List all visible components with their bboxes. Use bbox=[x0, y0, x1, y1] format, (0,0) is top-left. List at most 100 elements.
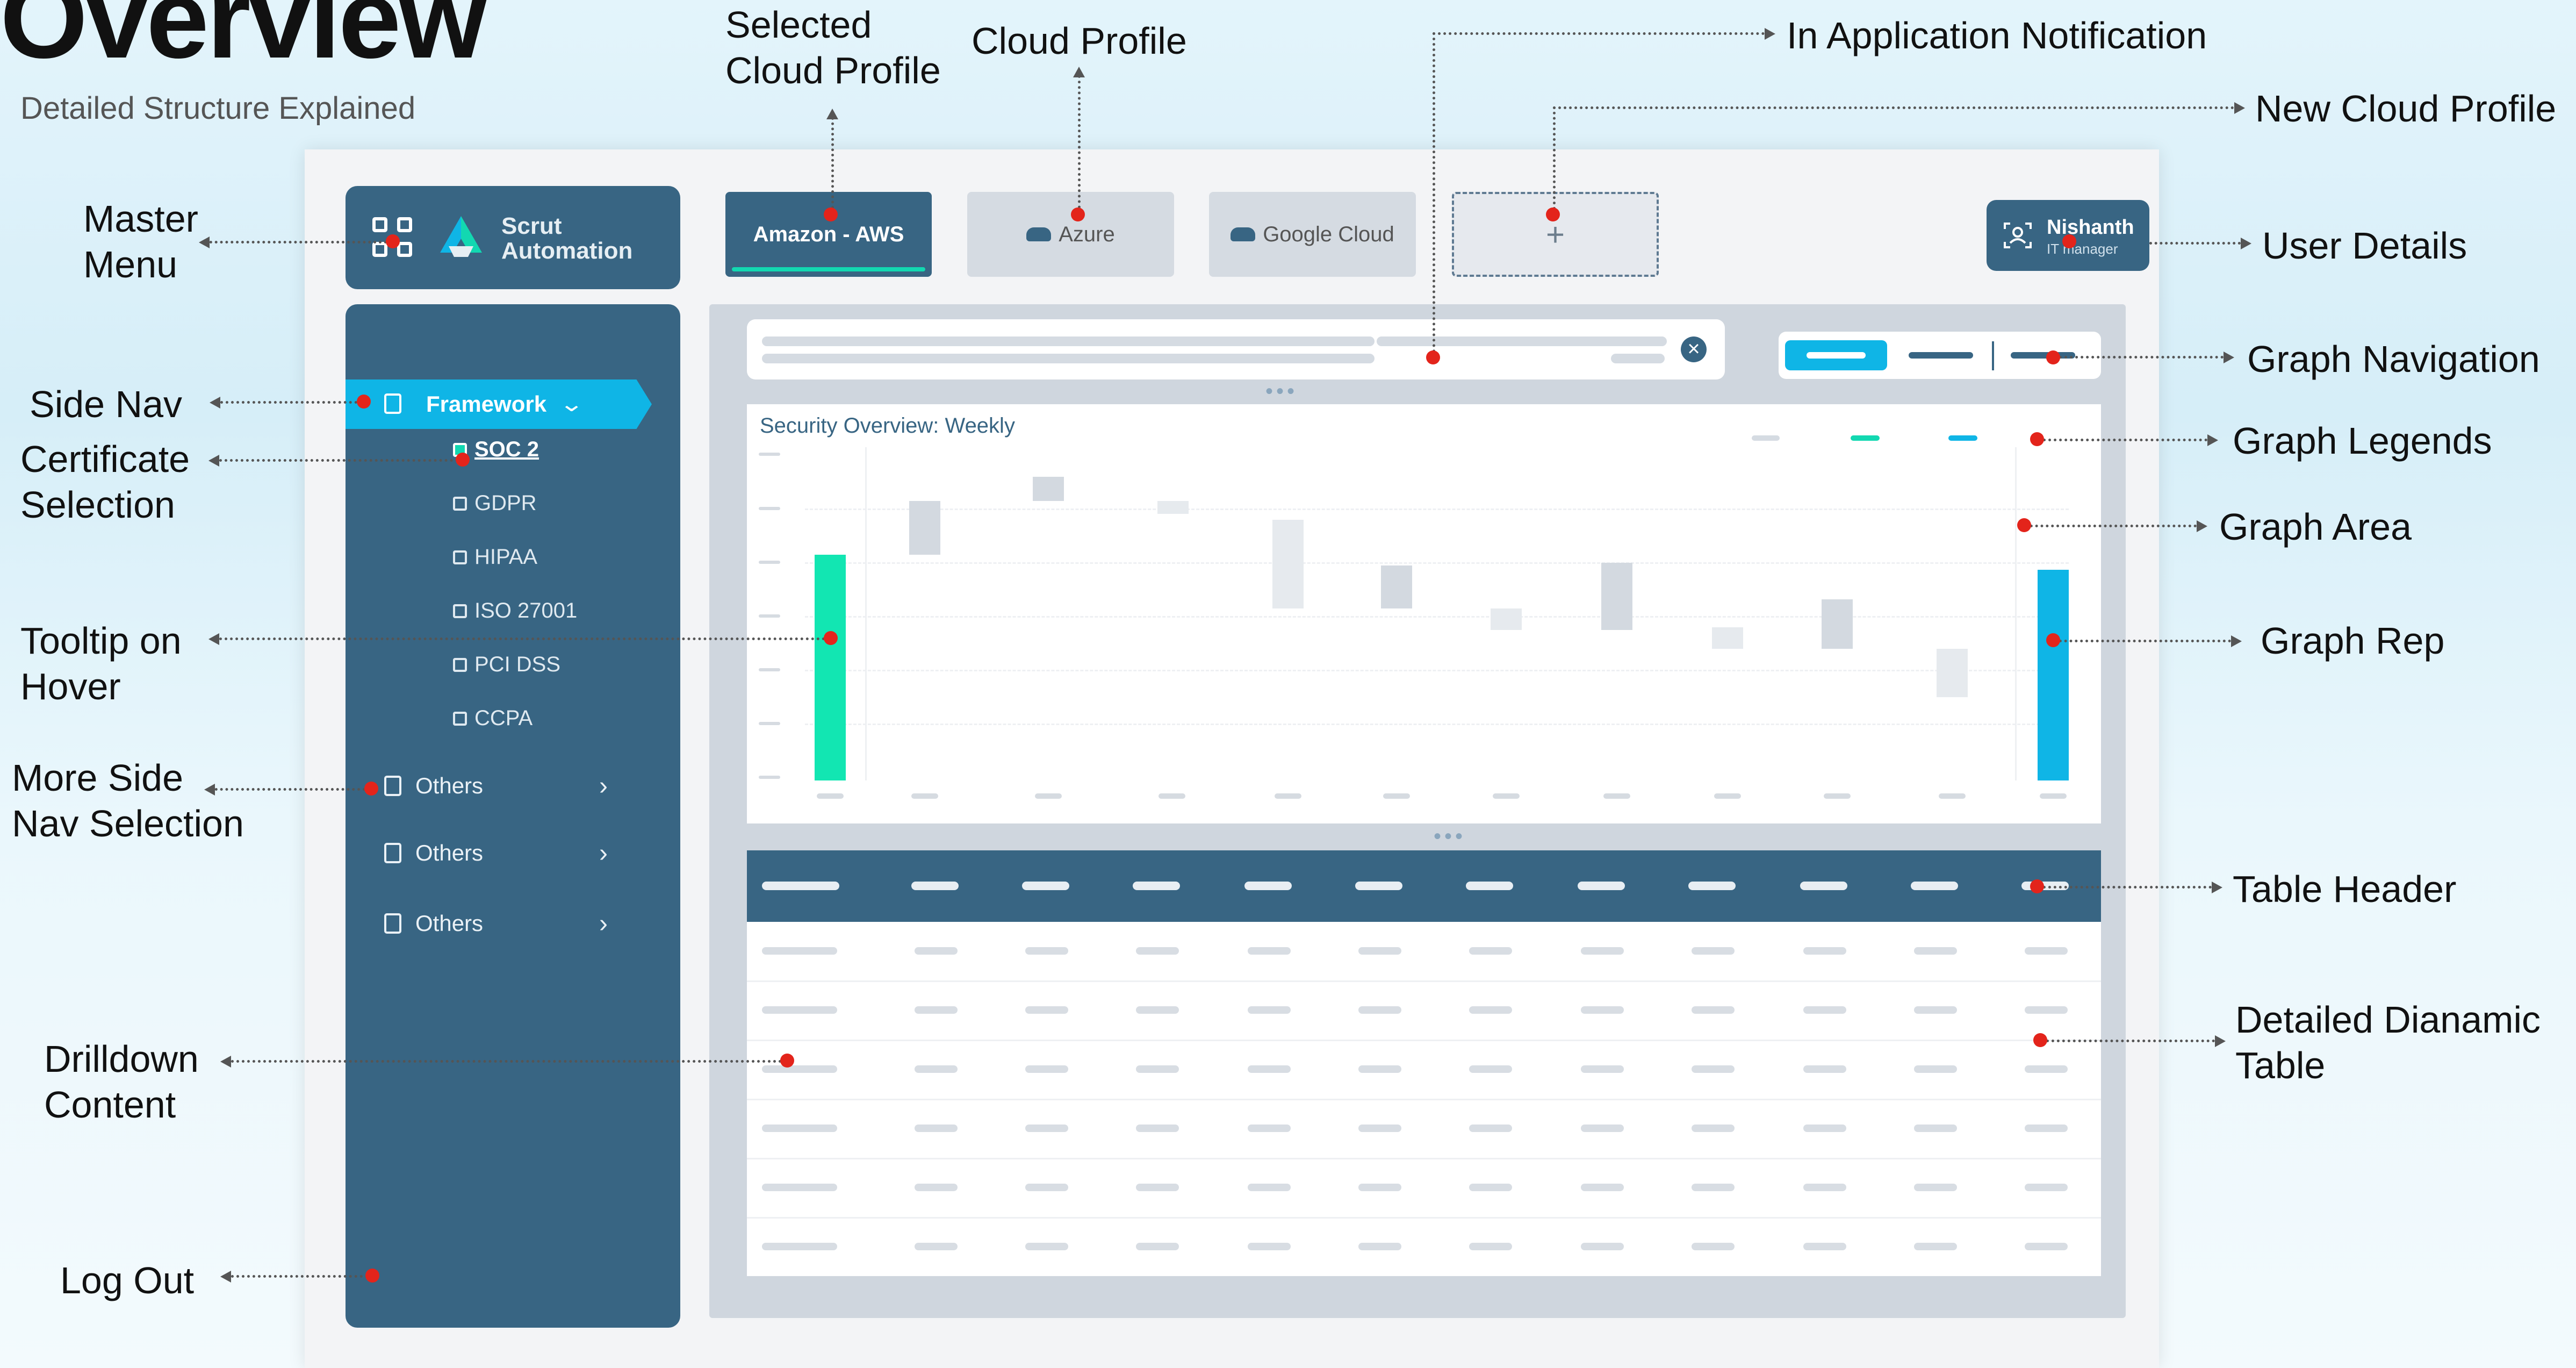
arrow-right-icon bbox=[2224, 352, 2234, 363]
cloud-icon bbox=[1231, 227, 1256, 241]
side-nav-item-others-3[interactable]: Others › bbox=[384, 909, 608, 938]
table-cell bbox=[1803, 1184, 1846, 1191]
table-header-cell[interactable] bbox=[762, 882, 839, 890]
table-header-cell[interactable] bbox=[1355, 882, 1402, 890]
gridline bbox=[805, 670, 2069, 671]
table-cell bbox=[1136, 947, 1179, 955]
table-header-cell[interactable] bbox=[1578, 882, 1625, 890]
y-axis-tick bbox=[759, 722, 780, 725]
marker-dot bbox=[357, 395, 371, 409]
leader-line bbox=[1553, 106, 2234, 109]
brand-name: Scrut Automation bbox=[501, 213, 633, 264]
leader-line bbox=[2054, 640, 2231, 642]
table-cell bbox=[1469, 947, 1512, 955]
table-header-cell[interactable] bbox=[1688, 882, 1736, 890]
leader-line bbox=[1433, 32, 1765, 35]
graph-bar[interactable] bbox=[1601, 563, 1632, 630]
table-cell bbox=[915, 947, 958, 955]
gridline bbox=[805, 508, 2069, 510]
leader-line bbox=[2054, 356, 2224, 359]
graph-legend-item[interactable] bbox=[1851, 435, 1880, 441]
graph-bar[interactable] bbox=[1491, 608, 1522, 630]
marker-dot bbox=[386, 234, 400, 248]
leader-line bbox=[2041, 1040, 2215, 1042]
table-header-cell[interactable] bbox=[1133, 882, 1180, 890]
marker-dot bbox=[2030, 432, 2044, 446]
tab-amazon-aws[interactable]: Amazon - AWS bbox=[725, 192, 932, 277]
side-nav-label: Others bbox=[415, 840, 484, 865]
table-cell bbox=[1248, 1006, 1291, 1014]
annotation-selected-cloud-profile: Selected Cloud Profile bbox=[725, 4, 941, 92]
chevron-right-icon: › bbox=[599, 771, 608, 800]
table-cell bbox=[1581, 947, 1624, 955]
graph-vline bbox=[865, 447, 867, 780]
table-header-cell[interactable] bbox=[911, 882, 959, 890]
arrow-left-icon bbox=[210, 397, 220, 409]
brand-line-2: Automation bbox=[501, 238, 633, 264]
arrow-left-icon bbox=[208, 633, 219, 645]
graph-bar[interactable] bbox=[1272, 520, 1304, 608]
clipboard-icon bbox=[384, 913, 401, 934]
annotation-graph-legends: Graph Legends bbox=[2233, 420, 2492, 462]
annotation-side-nav: Side Nav bbox=[30, 383, 183, 425]
graph-bar-highlight[interactable] bbox=[815, 555, 846, 780]
table-cell bbox=[1581, 1125, 1624, 1132]
table-cell bbox=[1136, 1125, 1179, 1132]
framework-item-ccpa[interactable]: CCPA bbox=[453, 706, 533, 730]
marker-dot bbox=[2017, 518, 2031, 532]
framework-item-gdpr[interactable]: GDPR bbox=[453, 491, 537, 515]
table-header-cell[interactable] bbox=[1244, 882, 1292, 890]
table-cell bbox=[1358, 1184, 1401, 1191]
tab-google-cloud[interactable]: Google Cloud bbox=[1209, 192, 1416, 277]
notification-text-placeholder bbox=[1377, 336, 1667, 346]
tab-azure[interactable]: Azure bbox=[967, 192, 1174, 277]
table-header-cell[interactable] bbox=[1800, 882, 1847, 890]
side-nav-item-others-1[interactable]: Others › bbox=[384, 772, 608, 800]
table-cell bbox=[1248, 1184, 1291, 1191]
graph-bar[interactable] bbox=[1157, 501, 1189, 514]
gridline bbox=[805, 562, 2069, 564]
graph-bar[interactable] bbox=[1381, 565, 1412, 608]
table-cell bbox=[1692, 947, 1735, 955]
framework-item-pci-dss[interactable]: PCI DSS bbox=[453, 653, 560, 677]
table-header-cell[interactable] bbox=[1911, 882, 1958, 890]
brand-line-1: Scrut bbox=[501, 213, 562, 239]
graph-nav-option-selected[interactable] bbox=[1785, 340, 1887, 370]
close-icon[interactable]: × bbox=[1681, 336, 1707, 362]
graph-bar[interactable] bbox=[1033, 477, 1064, 501]
framework-label: HIPAA bbox=[474, 545, 538, 569]
table-header-cell[interactable] bbox=[1466, 882, 1513, 890]
arrow-right-icon bbox=[2212, 882, 2222, 893]
checkbox-icon bbox=[453, 496, 467, 511]
clipboard-icon bbox=[384, 393, 401, 414]
table-cell bbox=[1358, 1125, 1401, 1132]
graph-nav-option[interactable] bbox=[1909, 352, 1973, 359]
resize-handle[interactable]: ••• bbox=[1434, 826, 1466, 847]
table-cell bbox=[1025, 1243, 1068, 1250]
graph-legend-item[interactable] bbox=[1948, 435, 1977, 441]
marker-dot bbox=[780, 1054, 794, 1068]
y-axis-tick bbox=[759, 668, 780, 671]
graph-bar[interactable] bbox=[1937, 649, 1968, 697]
graph-bar[interactable] bbox=[1822, 599, 1853, 649]
annotation-master-menu: Master Menu bbox=[83, 198, 198, 286]
side-nav-item-others-2[interactable]: Others › bbox=[384, 839, 608, 868]
framework-item-iso27001[interactable]: ISO 27001 bbox=[453, 599, 577, 623]
graph-bar[interactable] bbox=[909, 501, 940, 555]
table-cell bbox=[1025, 1184, 1068, 1191]
framework-item-hipaa[interactable]: HIPAA bbox=[453, 545, 537, 569]
table-cell bbox=[1025, 1006, 1068, 1014]
table-header-cell[interactable] bbox=[1022, 882, 1069, 890]
graph-bar[interactable] bbox=[1712, 627, 1743, 649]
graph-title: Security Overview: Weekly bbox=[760, 414, 1015, 438]
arrow-right-icon bbox=[1765, 28, 1775, 40]
leader-line bbox=[226, 1060, 787, 1063]
graph-legend-item[interactable] bbox=[1752, 435, 1780, 441]
in-app-notification[interactable]: × bbox=[747, 319, 1725, 379]
side-nav-item-framework[interactable]: Framework ⌄ bbox=[346, 379, 652, 429]
arrow-up-icon bbox=[826, 109, 838, 119]
annotation-more-side-nav: More Side Nav Selection bbox=[12, 757, 244, 845]
graph-bar-highlight[interactable] bbox=[2038, 570, 2069, 780]
resize-handle[interactable]: ••• bbox=[1265, 381, 1298, 402]
framework-label: ISO 27001 bbox=[474, 599, 578, 622]
